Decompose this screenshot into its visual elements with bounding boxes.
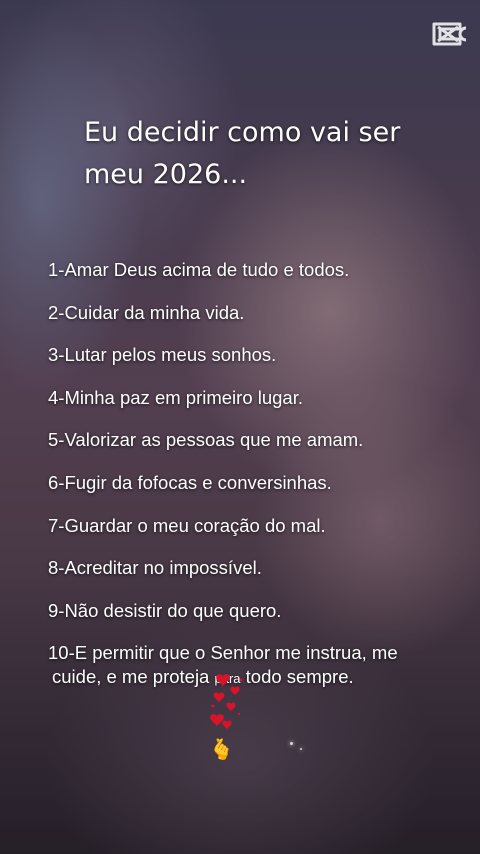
title-line-2: meu 2026... <box>84 159 248 190</box>
resolutions-list: 1-Amar Deus acima de tudo e todos. 2-Cui… <box>48 254 468 691</box>
last-item-line-1: 10-E permitir que o Senhor me instrua, m… <box>48 642 398 664</box>
list-item: 8-Acreditar no impossível. <box>48 557 262 579</box>
title-line-1: Eu decidir como vai ser <box>84 117 401 148</box>
last-item-line-2: cuide, e me proteja para todo sempre. <box>48 665 468 691</box>
last-item-line-2-start: cuide, e me proteja <box>52 666 210 688</box>
last-item-line-2-end: todo sempre. <box>245 666 354 688</box>
hearts-sticker-icon <box>210 674 243 729</box>
page-title: Eu decidir como vai ser meu 2026... <box>84 112 444 196</box>
sparkle-icon <box>300 748 302 750</box>
list-item: 5-Valorizar as pessoas que me amam. <box>48 429 364 451</box>
story-screen: Eu decidir como vai ser meu 2026... 1-Am… <box>0 0 480 854</box>
list-item: 1-Amar Deus acima de tudo e todos. <box>48 259 350 280</box>
list-item: 3-Lutar pelos meus sonhos. <box>48 344 277 366</box>
list-item: 9-Não desistir do que quero. <box>48 599 282 621</box>
finger-heart-hand-icon: 🫰 <box>209 739 234 761</box>
capcut-logo-icon <box>432 22 467 46</box>
list-item: 7-Guardar o meu coração do mal. <box>48 514 326 536</box>
sparkle-icon <box>290 742 293 745</box>
list-item: 2-Cuidar da minha vida. <box>48 301 245 323</box>
list-item: 4-Minha paz em primeiro lugar. <box>48 386 303 408</box>
list-item: 6-Fugir da fofocas e conversinhas. <box>48 471 332 493</box>
list-item-last: 10-E permitir que o Senhor me instrua, m… <box>48 641 468 691</box>
